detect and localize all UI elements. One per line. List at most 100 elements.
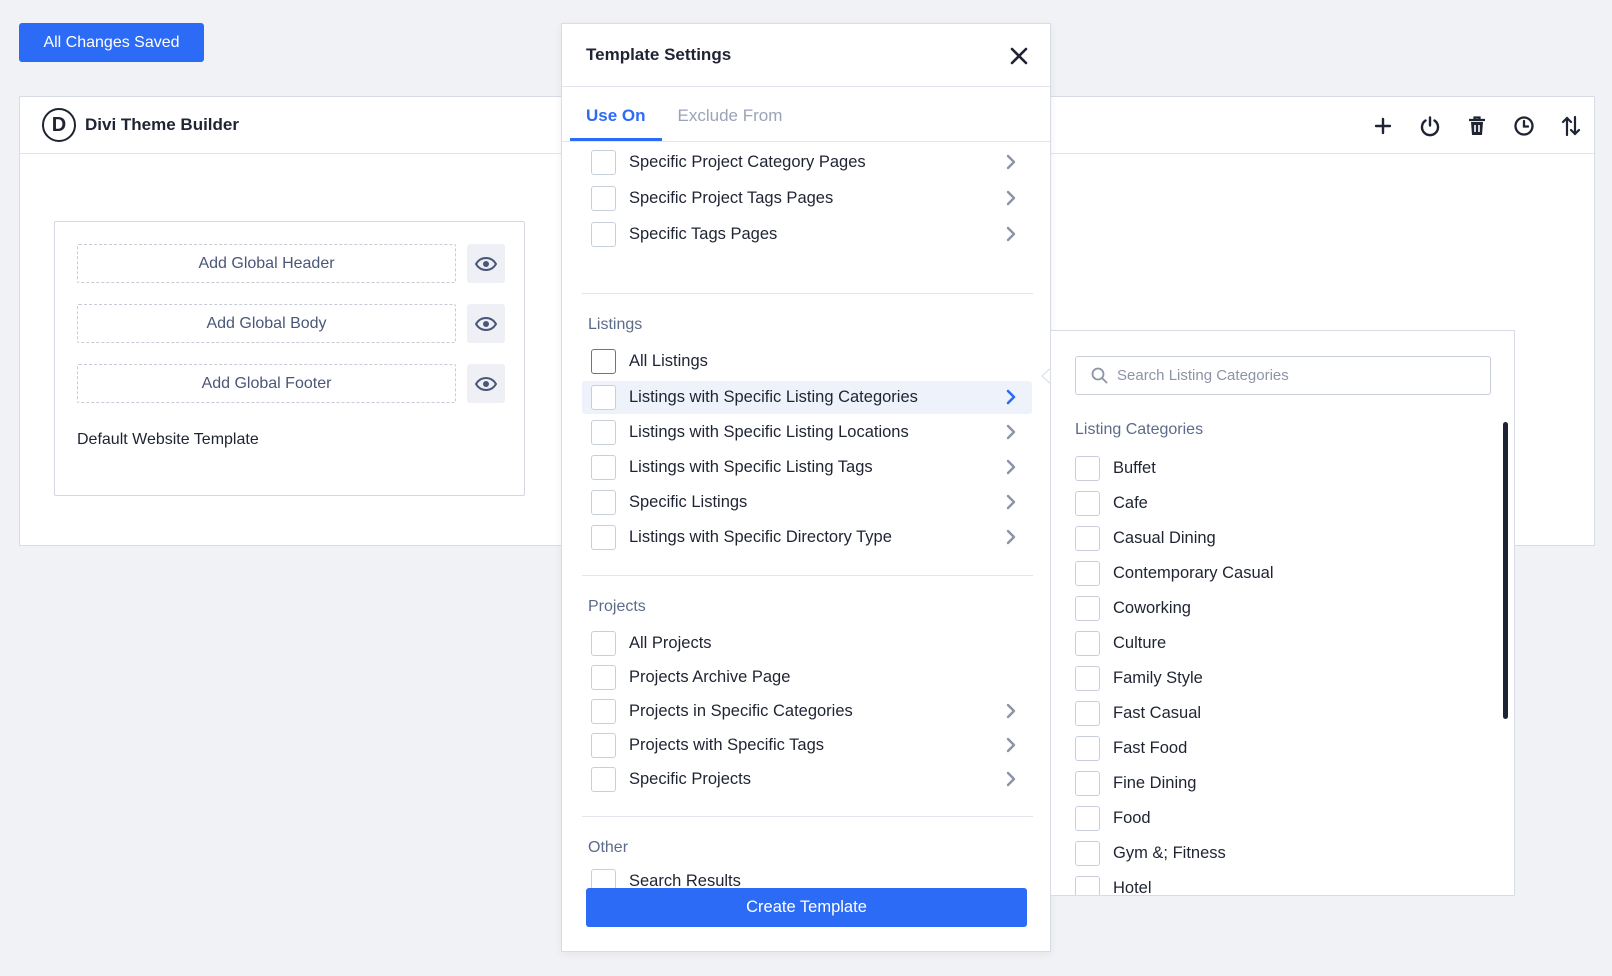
category-item[interactable]: Gym &; Fitness	[1075, 837, 1226, 870]
category-label: Culture	[1113, 634, 1167, 652]
option-specific-projects[interactable]: Specific Projects	[582, 763, 1032, 796]
category-item[interactable]: Fine Dining	[1075, 767, 1196, 800]
option-projects-archive-page[interactable]: Projects Archive Page	[582, 661, 1032, 694]
option-label: Listings with Specific Listing Categorie…	[629, 388, 918, 406]
category-label: Cafe	[1113, 494, 1148, 512]
checkbox[interactable]	[591, 699, 616, 724]
category-search-field[interactable]	[1075, 356, 1491, 395]
checkbox[interactable]	[591, 733, 616, 758]
tab-exclude-from[interactable]: Exclude From	[662, 106, 799, 141]
checkbox[interactable]	[1075, 806, 1100, 831]
checkbox[interactable]	[591, 767, 616, 792]
checkbox[interactable]	[591, 222, 616, 247]
option-listings-specific-locations[interactable]: Listings with Specific Listing Locations	[582, 416, 1032, 449]
category-label: Fast Casual	[1113, 704, 1202, 722]
option-label: Projects in Specific Categories	[629, 702, 853, 720]
checkbox[interactable]	[591, 186, 616, 211]
trash-icon[interactable]	[1453, 106, 1500, 146]
category-item[interactable]: Family Style	[1075, 662, 1203, 695]
category-label: Gym &; Fitness	[1113, 844, 1226, 862]
checkbox[interactable]	[591, 420, 616, 445]
option-all-projects[interactable]: All Projects	[582, 627, 1032, 660]
checkbox[interactable]	[1075, 491, 1100, 516]
all-changes-saved-button[interactable]: All Changes Saved	[19, 23, 204, 62]
divi-logo: D	[42, 108, 76, 142]
checkbox[interactable]	[591, 525, 616, 550]
search-input[interactable]	[1117, 367, 1477, 384]
checkbox[interactable]	[1075, 701, 1100, 726]
chevron-right-icon	[1006, 771, 1016, 787]
tab-use-on[interactable]: Use On	[570, 106, 662, 141]
checkbox[interactable]	[591, 490, 616, 515]
power-icon[interactable]	[1406, 106, 1453, 146]
listing-categories-submenu: Listing Categories Buffet Cafe Casual Di…	[1050, 330, 1515, 896]
option-label: Specific Projects	[629, 770, 751, 788]
submenu-title: Listing Categories	[1075, 421, 1204, 438]
checkbox[interactable]	[1075, 596, 1100, 621]
option-specific-project-tags-pages[interactable]: Specific Project Tags Pages	[582, 182, 1032, 215]
global-body-row: Add Global Body	[77, 304, 505, 343]
option-listings-specific-categories[interactable]: Listings with Specific Listing Categorie…	[582, 381, 1032, 414]
scrollbar[interactable]	[1503, 422, 1508, 719]
sort-icon[interactable]	[1547, 106, 1594, 146]
checkbox[interactable]	[1075, 456, 1100, 481]
add-global-body-button[interactable]: Add Global Body	[77, 304, 456, 343]
builder-toolbar	[1359, 97, 1594, 154]
chevron-right-icon	[1006, 703, 1016, 719]
category-item[interactable]: Hotel	[1075, 872, 1152, 895]
checkbox[interactable]	[1075, 526, 1100, 551]
checkbox[interactable]	[591, 455, 616, 480]
category-item[interactable]: Culture	[1075, 627, 1166, 660]
eye-icon[interactable]	[467, 304, 505, 343]
create-template-button[interactable]: Create Template	[586, 888, 1027, 927]
divider	[582, 293, 1033, 294]
category-item[interactable]: Buffet	[1075, 452, 1156, 485]
category-item[interactable]: Fast Food	[1075, 732, 1187, 765]
close-icon[interactable]	[1006, 43, 1032, 69]
checkbox[interactable]	[1075, 631, 1100, 656]
option-label: Specific Project Category Pages	[629, 153, 866, 171]
option-listings-specific-tags[interactable]: Listings with Specific Listing Tags	[582, 451, 1032, 484]
eye-icon[interactable]	[467, 364, 505, 403]
checkbox[interactable]	[1075, 736, 1100, 761]
option-listings-directory-type[interactable]: Listings with Specific Directory Type	[582, 521, 1032, 554]
chevron-right-icon	[1006, 494, 1016, 510]
checkbox[interactable]	[591, 385, 616, 410]
option-specific-tags-pages[interactable]: Specific Tags Pages	[582, 218, 1032, 251]
option-label: Listings with Specific Listing Tags	[629, 458, 873, 476]
add-global-header-button[interactable]: Add Global Header	[77, 244, 456, 283]
option-label: Listings with Specific Directory Type	[629, 528, 892, 546]
category-item[interactable]: Food	[1075, 802, 1151, 835]
eye-icon[interactable]	[467, 244, 505, 283]
category-item[interactable]: Coworking	[1075, 592, 1191, 625]
category-item[interactable]: Cafe	[1075, 487, 1148, 520]
chevron-right-icon	[1006, 154, 1016, 170]
plus-icon[interactable]	[1359, 106, 1406, 146]
checkbox[interactable]	[1075, 876, 1100, 895]
chevron-right-icon	[1006, 424, 1016, 440]
option-specific-listings[interactable]: Specific Listings	[582, 486, 1032, 519]
checkbox[interactable]	[591, 349, 616, 374]
checkbox[interactable]	[1075, 771, 1100, 796]
add-global-footer-button[interactable]: Add Global Footer	[77, 364, 456, 403]
checkbox[interactable]	[1075, 841, 1100, 866]
category-item[interactable]: Casual Dining	[1075, 522, 1216, 555]
checkbox[interactable]	[1075, 561, 1100, 586]
category-label: Coworking	[1113, 599, 1191, 617]
builder-title: Divi Theme Builder	[85, 115, 239, 134]
option-projects-specific-tags[interactable]: Projects with Specific Tags	[582, 729, 1032, 762]
modal-title: Template Settings	[586, 45, 732, 64]
checkbox[interactable]	[591, 631, 616, 656]
checkbox[interactable]	[591, 665, 616, 690]
divider	[582, 816, 1033, 817]
template-settings-modal: Template Settings Use On Exclude From Sp…	[561, 23, 1051, 952]
category-item[interactable]: Fast Casual	[1075, 697, 1201, 730]
default-template-card: Add Global Header Add Global Body Add Gl…	[54, 221, 525, 496]
history-icon[interactable]	[1500, 106, 1547, 146]
option-specific-project-category-pages[interactable]: Specific Project Category Pages	[582, 146, 1032, 179]
option-all-listings[interactable]: All Listings	[582, 345, 1032, 378]
checkbox[interactable]	[1075, 666, 1100, 691]
checkbox[interactable]	[591, 150, 616, 175]
option-projects-specific-categories[interactable]: Projects in Specific Categories	[582, 695, 1032, 728]
category-item[interactable]: Contemporary Casual	[1075, 557, 1274, 590]
